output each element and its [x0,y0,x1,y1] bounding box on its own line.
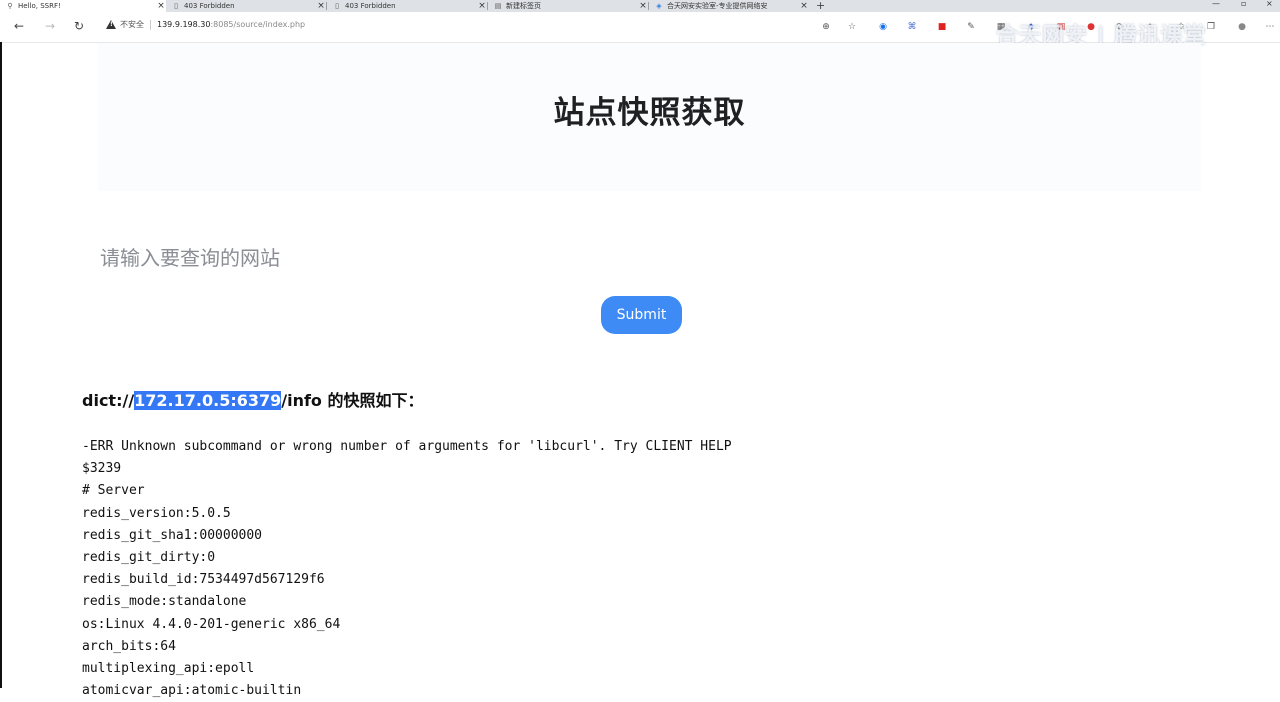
document-icon: ▯ [335,2,339,10]
tab-title: 新建标签页 [506,2,541,10]
extension-icon[interactable]: ✎ [965,21,977,33]
tab-title: 合天网安实验室-专业提供网络安 [667,2,768,10]
url-path[interactable]: :8085/source/index.php [210,20,305,29]
submit-button[interactable]: Submit [601,296,682,334]
flag-icon[interactable]: ■ [936,21,948,33]
translate-icon[interactable]: ⌘ [906,21,918,33]
output-line: arch_bits:64 [82,638,176,654]
window-border [0,42,2,688]
output-line: -ERR Unknown subcommand or wrong number … [82,439,732,454]
zoom-icon[interactable]: ⊕ [820,21,832,33]
close-tab-icon[interactable]: × [156,1,166,11]
tab-strip: ⚲ Hello, SSRF! × ▯ 403 Forbidden × ▯ 403… [0,0,1280,12]
tab-title: 403 Forbidden [345,2,396,10]
warning-icon[interactable] [106,20,116,29]
output-line: redis_git_dirty:0 [82,550,216,566]
tab-new-tab-page[interactable]: ▤ 新建标签页 × [488,0,648,12]
tab-hello-ssrf[interactable]: ⚲ Hello, SSRF! × [0,0,166,12]
output-line: $3239 [82,461,122,477]
document-icon: ▯ [174,2,178,10]
address-bar[interactable]: 不安全 139.9.198.30:8085/source/index.php [106,19,305,30]
favorite-icon[interactable]: ☆ [846,21,858,33]
security-label[interactable]: 不安全 [120,19,144,30]
new-tab-page-icon: ▤ [494,2,502,10]
result-suffix: /info 的快照如下： [281,391,424,410]
divider [150,19,151,30]
close-tab-icon[interactable]: × [638,1,648,11]
tab-title: 403 Forbidden [184,2,235,10]
maximize-icon[interactable]: ▫ [1241,0,1246,8]
reload-icon[interactable]: ↻ [74,19,84,33]
result-heading: dict://172.17.0.5:6379/info 的快照如下： [82,387,424,411]
url-host[interactable]: 139.9.198.30 [157,20,210,29]
selected-address[interactable]: 172.17.0.5:6379 [134,391,282,410]
close-tab-icon[interactable]: × [316,1,326,11]
tab-hetian-lab[interactable]: ◈ 合天网安实验室-专业提供网络安 × [649,0,809,12]
result-prefix: dict:// [82,391,135,410]
tab-title: Hello, SSRF! [18,2,61,10]
close-tab-icon[interactable]: × [799,1,809,11]
url-input[interactable] [98,236,1142,280]
output-line: multiplexing_api:epoll [82,661,255,677]
output-line: redis_version:5.0.5 [82,505,231,521]
extension-icon[interactable]: ◉ [877,21,889,33]
shield-icon: ◈ [656,2,662,10]
tab-403-forbidden-1[interactable]: ▯ 403 Forbidden × [166,0,326,12]
output-line: redis_git_sha1:00000000 [82,527,263,543]
minimize-icon[interactable]: — [1212,0,1220,8]
close-tab-icon[interactable]: × [477,1,487,11]
page-title: 站点快照获取 [553,95,746,131]
page-icon: ⚲ [7,2,13,10]
output-line: redis_mode:standalone [82,594,247,610]
result-output: -ERR Unknown subcommand or wrong number … [82,436,732,702]
output-line: redis_build_id:7534497d567129f6 [82,572,325,588]
output-line: os:Linux 4.4.0-201-generic x86_64 [82,616,341,632]
tab-403-forbidden-2[interactable]: ▯ 403 Forbidden × [327,0,487,12]
forward-arrow-icon[interactable]: → [45,19,55,33]
close-window-icon[interactable]: × [1266,0,1273,8]
new-tab-button[interactable]: + [816,0,825,12]
output-line: atomicvar_api:atomic-builtin [82,683,302,699]
header-panel: 站点快照获取 [98,43,1201,191]
back-arrow-icon[interactable]: ← [14,19,24,33]
output-line: # Server [82,483,145,499]
